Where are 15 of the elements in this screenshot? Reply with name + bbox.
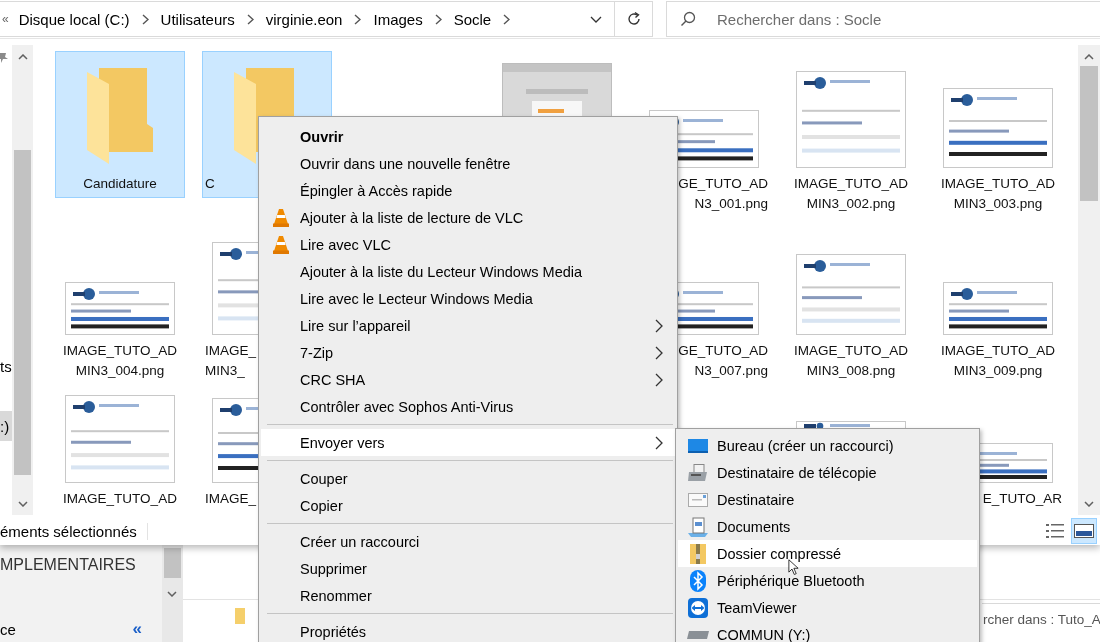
file-name: IMAGE_ MIN3_ (204, 342, 256, 380)
file-name: IMAGE_ (204, 490, 256, 508)
file-name: Candidature (83, 175, 157, 193)
status-text: éments sélectionnés (0, 522, 148, 540)
file-name: GE_TUTO_AD N3_007.png (678, 342, 768, 380)
file-name: GE_TUTO_AD N3_001.png (678, 175, 768, 213)
file-name: IMAGE_TUTO_AD MIN3_003.png (941, 175, 1055, 213)
file-name: IMAGE_TUTO_AD MIN3_009.png (941, 342, 1055, 380)
file-name: E_TUTO_AR (982, 490, 1062, 508)
file-name: IMAGE_TUTO_AD (63, 490, 177, 508)
file-name: C (204, 175, 215, 193)
section-header: MPLEMENTAIRES (0, 556, 137, 574)
file-name: IMAGE_TUTO_AD MIN3_004.png (63, 342, 177, 380)
file-name: IMAGE_TUTO_AD MIN3_008.png (794, 342, 908, 380)
file-name: IMAGE_TUTO_AD MIN3_002.png (794, 175, 908, 213)
